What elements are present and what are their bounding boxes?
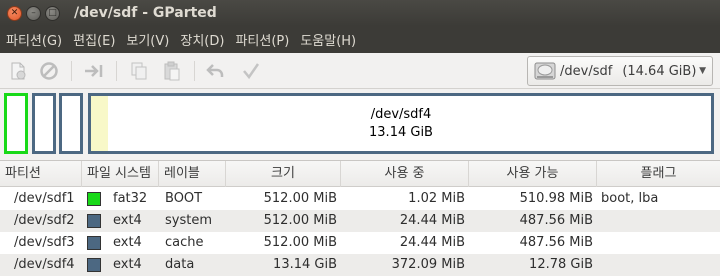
table-row[interactable]: /dev/sdf2 ext4 system 512.00 MiB 24.44 M… — [0, 210, 720, 232]
menu-edit[interactable]: 편집(E) — [67, 30, 120, 49]
partition-block-name: /dev/sdf4 — [370, 106, 432, 122]
table-row[interactable]: /dev/sdf4 ext4 data 13.14 GiB 372.09 MiB… — [0, 254, 720, 276]
menu-help[interactable]: 도움말(H) — [294, 30, 361, 49]
maximize-icon: □ — [48, 7, 57, 18]
used-cell: 24.44 MiB — [399, 235, 465, 250]
delete-partition-button[interactable] — [38, 60, 60, 82]
column-header-free[interactable]: 사용 가능 — [469, 161, 597, 187]
table-row[interactable]: /dev/sdf1 fat32 BOOT 512.00 MiB 1.02 MiB… — [0, 188, 720, 210]
delete-icon — [40, 62, 58, 80]
paste-icon — [164, 61, 180, 81]
window-title: /dev/sdf - GParted — [74, 5, 217, 21]
device-name: /dev/sdf — [560, 63, 613, 79]
used-cell: 372.09 MiB — [391, 257, 465, 272]
free-cell: 487.56 MiB — [519, 235, 593, 250]
used-cell: 1.02 MiB — [408, 191, 465, 206]
fs-color-swatch — [87, 192, 101, 206]
fs-color-swatch — [87, 236, 101, 250]
undo-button[interactable] — [205, 60, 227, 82]
device-size: (14.64 GiB) — [622, 63, 697, 79]
table-row[interactable]: /dev/sdf3 ext4 cache 512.00 MiB 24.44 Mi… — [0, 232, 720, 254]
column-header-used[interactable]: 사용 중 — [341, 161, 469, 187]
filesystem-cell: ext4 — [113, 235, 142, 250]
label-cell: BOOT — [165, 191, 203, 206]
window-maximize-button[interactable]: □ — [45, 5, 60, 21]
minimize-icon: – — [31, 7, 36, 18]
close-icon: ✕ — [10, 7, 19, 18]
paste-button[interactable] — [161, 60, 183, 82]
partition-cell: /dev/sdf4 — [14, 257, 75, 272]
column-header-filesystem[interactable]: 파일 시스템 — [82, 161, 159, 187]
size-cell: 512.00 MiB — [263, 213, 337, 228]
table-header: 파티션 파일 시스템 레이블 크기 사용 중 사용 가능 플래그 — [0, 161, 720, 187]
menu-view[interactable]: 보기(V) — [120, 30, 174, 49]
resize-move-button[interactable] — [83, 60, 105, 82]
label-cell: system — [165, 213, 212, 228]
filesystem-cell: fat32 — [113, 191, 148, 206]
resize-move-icon — [85, 65, 103, 77]
partition-cell: /dev/sdf3 — [14, 235, 75, 250]
flags-cell: boot, lba — [601, 191, 659, 206]
label-cell: cache — [165, 235, 204, 250]
filesystem-cell: ext4 — [113, 257, 142, 272]
new-partition-button[interactable] — [7, 60, 29, 82]
fs-color-swatch — [87, 214, 101, 228]
partition-cell: /dev/sdf2 — [14, 213, 75, 228]
chevron-down-icon: ▼ — [699, 66, 706, 76]
hard-disk-icon — [534, 62, 556, 80]
window-minimize-button[interactable]: – — [26, 5, 41, 21]
toolbar-separator — [71, 61, 72, 81]
partition-block-size: 13.14 GiB — [369, 124, 433, 140]
partition-block-sdf4[interactable]: /dev/sdf4 13.14 GiB — [88, 93, 714, 154]
menu-bar: 파티션(G) 편집(E) 보기(V) 장치(D) 파티션(P) 도움말(H) — [0, 26, 720, 53]
column-header-size[interactable]: 크기 — [226, 161, 341, 187]
filesystem-cell: ext4 — [113, 213, 142, 228]
used-space-fill — [91, 96, 109, 151]
partition-cell: /dev/sdf1 — [14, 191, 75, 206]
used-cell: 24.44 MiB — [399, 213, 465, 228]
free-cell: 12.78 GiB — [529, 257, 593, 272]
menu-gparted[interactable]: 파티션(G) — [0, 30, 67, 49]
free-cell: 510.98 MiB — [519, 191, 593, 206]
size-cell: 512.00 MiB — [263, 191, 337, 206]
size-cell: 512.00 MiB — [263, 235, 337, 250]
apply-button[interactable] — [240, 60, 262, 82]
column-header-partition[interactable]: 파티션 — [0, 161, 82, 187]
apply-icon — [243, 63, 260, 80]
size-cell: 13.14 GiB — [273, 257, 337, 272]
partition-block-sdf1[interactable] — [4, 93, 28, 154]
toolbar: /dev/sdf (14.64 GiB) ▼ — [0, 53, 720, 89]
partition-table: 파티션 파일 시스템 레이블 크기 사용 중 사용 가능 플래그 /dev/sd… — [0, 160, 720, 280]
new-icon — [11, 62, 26, 80]
column-header-flags[interactable]: 플래그 — [597, 161, 720, 187]
free-cell: 487.56 MiB — [519, 213, 593, 228]
partition-map: /dev/sdf4 13.14 GiB — [0, 89, 720, 159]
copy-button[interactable] — [128, 60, 150, 82]
copy-icon — [131, 62, 147, 80]
toolbar-separator — [194, 61, 195, 81]
fs-color-swatch — [87, 258, 101, 272]
column-header-label[interactable]: 레이블 — [159, 161, 226, 187]
label-cell: data — [165, 257, 195, 272]
toolbar-separator — [116, 61, 117, 81]
device-selector[interactable]: /dev/sdf (14.64 GiB) ▼ — [527, 56, 713, 86]
undo-icon — [206, 64, 224, 77]
menu-device[interactable]: 장치(D) — [174, 30, 229, 49]
menu-partition[interactable]: 파티션(P) — [229, 30, 294, 49]
partition-block-sdf3[interactable] — [59, 93, 83, 154]
title-bar: ✕ – □ /dev/sdf - GParted — [0, 0, 720, 26]
window-close-button[interactable]: ✕ — [7, 5, 22, 21]
partition-block-sdf2[interactable] — [32, 93, 56, 154]
